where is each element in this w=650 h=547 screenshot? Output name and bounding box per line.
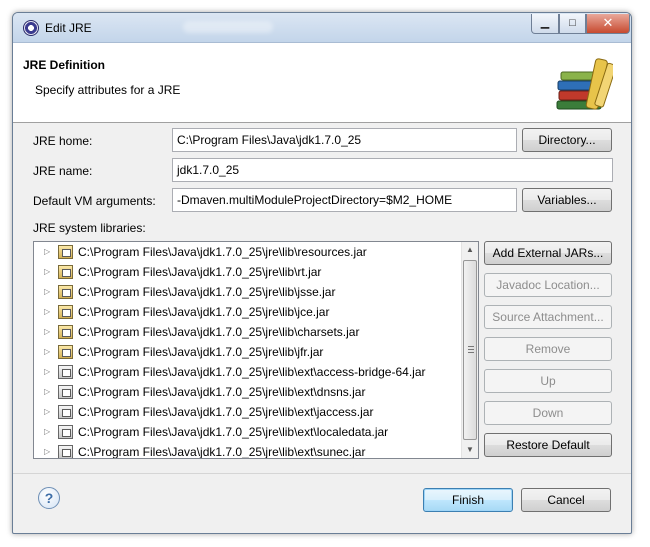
expand-arrow-icon[interactable]: ▷ [44, 442, 50, 458]
header-title: JRE Definition [23, 58, 106, 72]
jar-icon [58, 265, 73, 279]
expand-arrow-icon[interactable]: ▷ [44, 322, 50, 342]
vertical-scrollbar[interactable]: ▲ ▼ [461, 242, 478, 458]
library-path: C:\Program Files\Java\jdk1.7.0_25\jre\li… [78, 245, 367, 259]
library-path: C:\Program Files\Java\jdk1.7.0_25\jre\li… [78, 445, 366, 459]
library-row[interactable]: ▷ C:\Program Files\Java\jdk1.7.0_25\jre\l… [34, 442, 462, 459]
libraries-label: JRE system libraries: [33, 221, 146, 235]
eclipse-icon [23, 20, 39, 36]
library-row[interactable]: ▷ C:\Program Files\Java\jdk1.7.0_25\jre\l… [34, 302, 462, 322]
footer-separator [13, 473, 631, 474]
library-path: C:\Program Files\Java\jdk1.7.0_25\jre\li… [78, 405, 374, 419]
jar-icon [58, 345, 73, 359]
library-row[interactable]: ▷ C:\Program Files\Java\jdk1.7.0_25\jre\l… [34, 422, 462, 442]
scrollbar-thumb[interactable] [463, 260, 477, 440]
binary-jar-icon [58, 445, 73, 458]
jre-home-input[interactable]: C:\Program Files\Java\jdk1.7.0_25 [172, 128, 517, 152]
edit-jre-dialog: Edit JRE ▁ □ ✕ JRE Definition Specify at… [12, 12, 632, 534]
expand-arrow-icon[interactable]: ▷ [44, 362, 50, 382]
minimize-button[interactable]: ▁ [531, 14, 559, 34]
binary-jar-icon [58, 405, 73, 419]
library-row[interactable]: ▷ C:\Program Files\Java\jdk1.7.0_25\jre\l… [34, 322, 462, 342]
library-row[interactable]: ▷ C:\Program Files\Java\jdk1.7.0_25\jre\l… [34, 362, 462, 382]
remove-button[interactable]: Remove [484, 337, 612, 361]
dialog-header: JRE Definition Specify attributes for a … [13, 43, 631, 123]
library-row[interactable]: ▷ C:\Program Files\Java\jdk1.7.0_25\jre\l… [34, 242, 462, 262]
up-button[interactable]: Up [484, 369, 612, 393]
library-list[interactable]: ▷ C:\Program Files\Java\jdk1.7.0_25\jre\l… [33, 241, 479, 459]
library-row[interactable]: ▷ C:\Program Files\Java\jdk1.7.0_25\jre\l… [34, 282, 462, 302]
variables-button[interactable]: Variables... [522, 188, 612, 212]
finish-button[interactable]: Finish [423, 488, 513, 512]
restore-default-button[interactable]: Restore Default [484, 433, 612, 457]
grip-icon [468, 346, 474, 353]
expand-arrow-icon[interactable]: ▷ [44, 262, 50, 282]
binary-jar-icon [58, 365, 73, 379]
binary-jar-icon [58, 425, 73, 439]
library-row[interactable]: ▷ C:\Program Files\Java\jdk1.7.0_25\jre\l… [34, 262, 462, 282]
expand-arrow-icon[interactable]: ▷ [44, 422, 50, 442]
vm-args-input[interactable]: -Dmaven.multiModuleProjectDirectory=$M2_… [172, 188, 517, 212]
expand-arrow-icon[interactable]: ▷ [44, 282, 50, 302]
jar-icon [58, 325, 73, 339]
jre-home-label: JRE home: [33, 134, 93, 148]
expand-arrow-icon[interactable]: ▷ [44, 342, 50, 362]
library-row[interactable]: ▷ C:\Program Files\Java\jdk1.7.0_25\jre\l… [34, 382, 462, 402]
expand-arrow-icon[interactable]: ▷ [44, 302, 50, 322]
jar-icon [58, 305, 73, 319]
library-path: C:\Program Files\Java\jdk1.7.0_25\jre\li… [78, 345, 324, 359]
library-path: C:\Program Files\Java\jdk1.7.0_25\jre\li… [78, 305, 330, 319]
jar-icon [58, 285, 73, 299]
vm-args-label: Default VM arguments: [33, 194, 156, 208]
library-path: C:\Program Files\Java\jdk1.7.0_25\jre\li… [78, 265, 322, 279]
library-books-icon [556, 58, 613, 110]
jar-icon [58, 245, 73, 259]
library-path: C:\Program Files\Java\jdk1.7.0_25\jre\li… [78, 285, 336, 299]
directory-button[interactable]: Directory... [522, 128, 612, 152]
library-path: C:\Program Files\Java\jdk1.7.0_25\jre\li… [78, 425, 389, 439]
scroll-down-arrow-icon[interactable]: ▼ [462, 442, 478, 458]
maximize-button[interactable]: □ [559, 14, 586, 34]
down-button[interactable]: Down [484, 401, 612, 425]
title-bar: Edit JRE ▁ □ ✕ [13, 13, 631, 43]
add-external-jars-button[interactable]: Add External JARs... [484, 241, 612, 265]
javadoc-location-button[interactable]: Javadoc Location... [484, 273, 612, 297]
window-title: Edit JRE [45, 21, 92, 35]
expand-arrow-icon[interactable]: ▷ [44, 382, 50, 402]
source-attachment-button[interactable]: Source Attachment... [484, 305, 612, 329]
library-row[interactable]: ▷ C:\Program Files\Java\jdk1.7.0_25\jre\l… [34, 402, 462, 422]
library-row[interactable]: ▷ C:\Program Files\Java\jdk1.7.0_25\jre\l… [34, 342, 462, 362]
library-path: C:\Program Files\Java\jdk1.7.0_25\jre\li… [78, 365, 426, 379]
expand-arrow-icon[interactable]: ▷ [44, 402, 50, 422]
jre-name-label: JRE name: [33, 164, 93, 178]
header-description: Specify attributes for a JRE [35, 83, 181, 97]
help-icon[interactable]: ? [38, 487, 60, 509]
blurred-title-text [183, 21, 273, 33]
jre-name-input[interactable]: jdk1.7.0_25 [172, 158, 613, 182]
binary-jar-icon [58, 385, 73, 399]
scroll-up-arrow-icon[interactable]: ▲ [462, 242, 478, 258]
close-button[interactable]: ✕ [586, 14, 630, 34]
expand-arrow-icon[interactable]: ▷ [44, 242, 50, 262]
library-path: C:\Program Files\Java\jdk1.7.0_25\jre\li… [78, 325, 360, 339]
cancel-button[interactable]: Cancel [521, 488, 611, 512]
library-path: C:\Program Files\Java\jdk1.7.0_25\jre\li… [78, 385, 366, 399]
